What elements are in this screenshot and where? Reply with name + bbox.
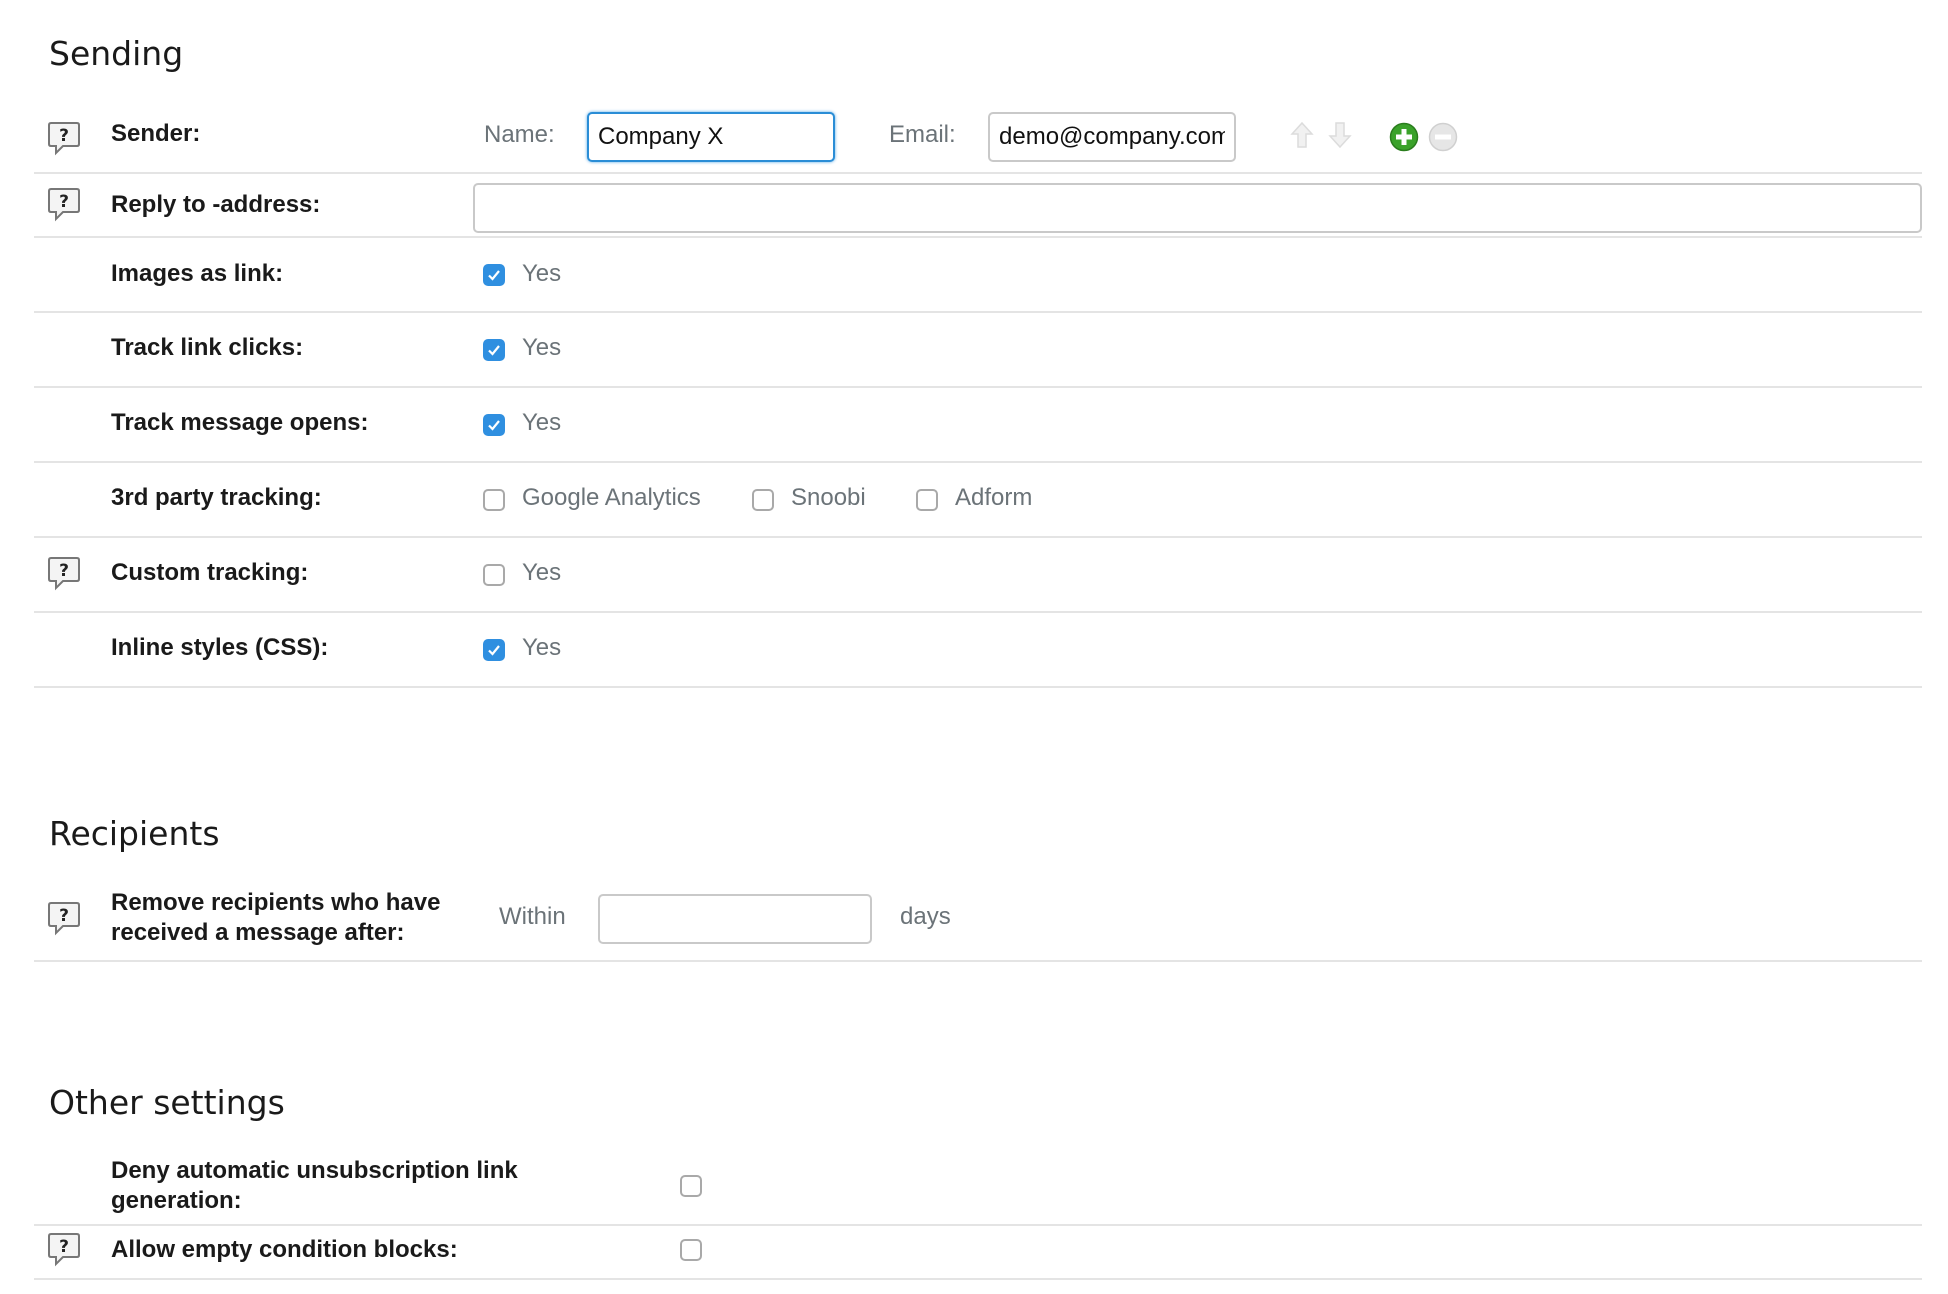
svg-text:?: ?	[59, 192, 69, 212]
track-link-clicks-checkbox[interactable]	[483, 339, 505, 361]
arrow-up-icon[interactable]	[1290, 121, 1314, 154]
help-icon[interactable]: ?	[47, 900, 81, 938]
track-link-clicks-option: Yes	[522, 334, 562, 361]
remove-recipients-label-line1: Remove recipients who have	[111, 889, 441, 916]
section-title-other-settings: Other settings	[49, 1083, 285, 1122]
track-message-opens-label: Track message opens:	[111, 409, 369, 436]
svg-text:?: ?	[59, 126, 69, 146]
images-as-link-checkbox[interactable]	[483, 264, 505, 286]
allow-empty-blocks-checkbox[interactable]	[680, 1239, 702, 1261]
track-message-opens-option: Yes	[522, 409, 562, 436]
third-party-tracking-row: 3rd party tracking: Google Analytics Sno…	[34, 463, 1922, 538]
sender-email-label: Email:	[889, 121, 956, 148]
reply-to-label: Reply to -address:	[111, 191, 321, 218]
custom-tracking-label: Custom tracking:	[111, 559, 309, 586]
adform-option: Adform	[955, 484, 1033, 511]
track-link-clicks-row: Track link clicks: Yes	[34, 313, 1922, 388]
track-message-opens-row: Track message opens: Yes	[34, 388, 1922, 463]
remove-recipients-row: ? Remove recipients who have received a …	[34, 880, 1922, 962]
inline-styles-option: Yes	[522, 634, 562, 661]
google-analytics-checkbox[interactable]	[483, 489, 505, 511]
sender-label: Sender:	[111, 120, 201, 147]
section-title-sending: Sending	[49, 34, 184, 73]
arrow-down-icon[interactable]	[1328, 121, 1352, 154]
add-icon[interactable]	[1389, 122, 1419, 157]
allow-empty-blocks-row: ? Allow empty condition blocks:	[34, 1226, 1922, 1280]
help-icon[interactable]: ?	[47, 120, 81, 158]
inline-styles-label: Inline styles (CSS):	[111, 634, 329, 661]
custom-tracking-option: Yes	[522, 559, 562, 586]
track-link-clicks-label: Track link clicks:	[111, 334, 304, 361]
deny-unsubscription-label-line1: Deny automatic unsubscription link	[111, 1157, 518, 1184]
svg-text:?: ?	[59, 561, 69, 581]
svg-text:?: ?	[59, 906, 69, 926]
images-as-link-row: Images as link: Yes	[34, 238, 1922, 313]
google-analytics-option: Google Analytics	[522, 484, 701, 511]
reply-to-row: ? Reply to -address:	[34, 174, 1922, 238]
track-message-opens-checkbox[interactable]	[483, 414, 505, 436]
custom-tracking-row: ? Custom tracking: Yes	[34, 538, 1922, 613]
snoobi-option: Snoobi	[791, 484, 866, 511]
svg-text:?: ?	[59, 1237, 69, 1257]
sender-row: ? Sender: Name: Email:	[34, 110, 1922, 174]
inline-styles-row: Inline styles (CSS): Yes	[34, 613, 1922, 688]
custom-tracking-checkbox[interactable]	[483, 564, 505, 586]
inline-styles-checkbox[interactable]	[483, 639, 505, 661]
sender-name-label: Name:	[484, 121, 555, 148]
images-as-link-option: Yes	[522, 260, 562, 287]
deny-unsubscription-checkbox[interactable]	[680, 1175, 702, 1197]
snoobi-checkbox[interactable]	[752, 489, 774, 511]
section-title-recipients: Recipients	[49, 814, 220, 853]
remove-icon[interactable]	[1428, 122, 1458, 157]
third-party-tracking-label: 3rd party tracking:	[111, 484, 322, 511]
deny-unsubscription-row: Deny automatic unsubscription link gener…	[34, 1150, 1922, 1226]
sender-name-input[interactable]	[587, 112, 835, 162]
allow-empty-blocks-label: Allow empty condition blocks:	[111, 1236, 458, 1263]
help-icon[interactable]: ?	[47, 1231, 81, 1269]
help-icon[interactable]: ?	[47, 186, 81, 224]
images-as-link-label: Images as link:	[111, 260, 284, 287]
days-input[interactable]	[598, 894, 872, 944]
help-icon[interactable]: ?	[47, 555, 81, 593]
remove-recipients-label-line2: received a message after:	[111, 919, 405, 946]
days-label: days	[900, 903, 951, 930]
adform-checkbox[interactable]	[916, 489, 938, 511]
sender-email-input[interactable]	[988, 112, 1236, 162]
reply-to-input[interactable]	[473, 183, 1922, 233]
deny-unsubscription-label-line2: generation:	[111, 1187, 242, 1214]
within-label: Within	[499, 903, 566, 930]
